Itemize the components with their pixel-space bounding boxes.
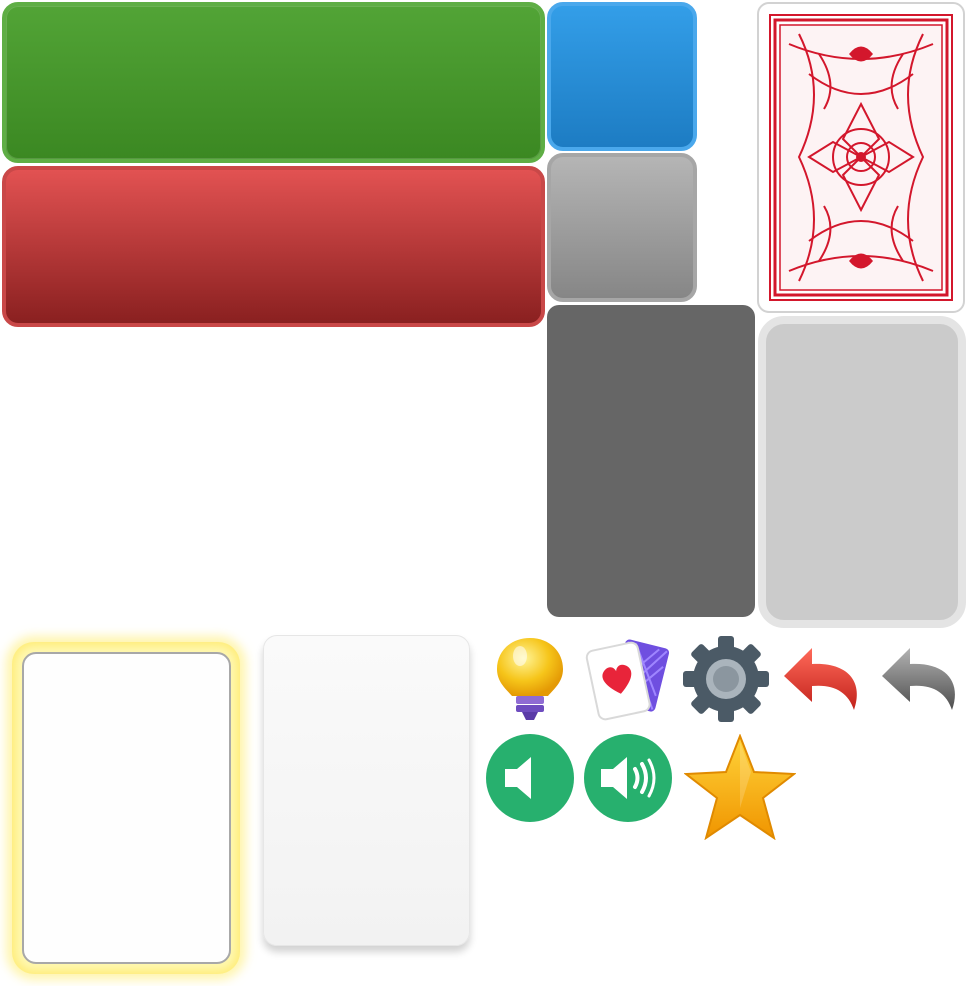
- card-blank[interactable]: [263, 635, 470, 946]
- gray-button[interactable]: [547, 153, 697, 302]
- card-back-pattern: [769, 14, 953, 301]
- card-highlighted[interactable]: [22, 652, 231, 964]
- undo-gray-icon[interactable]: [880, 644, 966, 714]
- undo-red-icon[interactable]: [782, 644, 868, 714]
- green-button[interactable]: [2, 2, 545, 163]
- sound-off-icon[interactable]: [485, 733, 575, 823]
- gear-icon[interactable]: [681, 634, 771, 724]
- star-icon[interactable]: [684, 734, 796, 840]
- card-back[interactable]: [757, 2, 965, 313]
- red-button[interactable]: [2, 166, 545, 327]
- card-slot-dark[interactable]: [547, 305, 755, 617]
- blue-button[interactable]: [547, 2, 697, 151]
- lightbulb-icon[interactable]: [492, 634, 568, 724]
- card-slot-light[interactable]: [758, 316, 966, 628]
- sound-on-icon[interactable]: [583, 733, 673, 823]
- cards-icon[interactable]: [582, 632, 674, 722]
